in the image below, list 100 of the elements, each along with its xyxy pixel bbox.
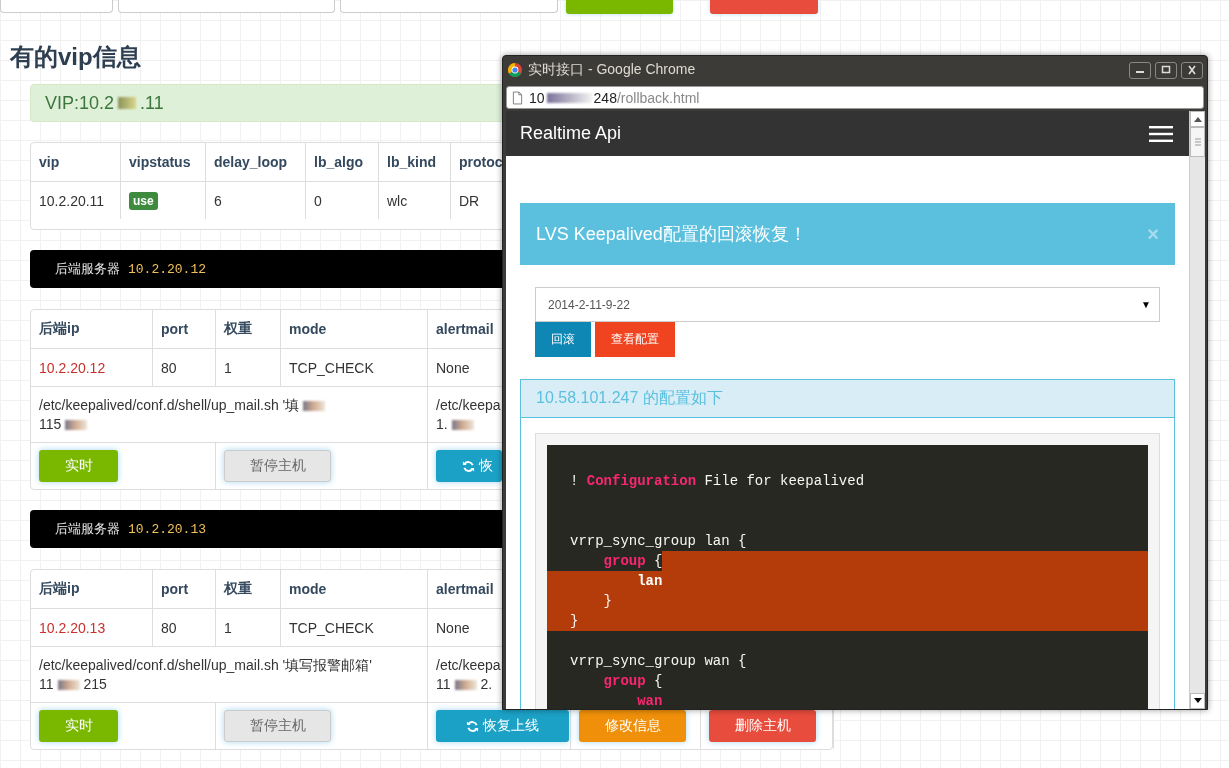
column-header: protoc xyxy=(459,154,504,170)
scroll-down-icon[interactable] xyxy=(1193,698,1202,704)
command-text: 1. xyxy=(436,415,448,432)
vip-label: .11 xyxy=(140,92,164,114)
table-cell-text: 80 xyxy=(161,619,178,636)
command-text: 215 xyxy=(83,675,107,692)
table-cell-text: None xyxy=(436,359,471,376)
column-header: mode xyxy=(289,321,328,337)
backup-select[interactable]: 2014-2-11-9-22 ▼ xyxy=(535,287,1160,322)
code-line: } xyxy=(570,612,579,631)
select-field[interactable] xyxy=(0,0,113,13)
column-header: mode xyxy=(289,581,328,597)
live-button[interactable]: 实时 xyxy=(39,710,118,742)
table-cell-text: TCP_CHECK xyxy=(289,359,375,376)
column-header: 后端ip xyxy=(39,580,81,598)
grip-icon xyxy=(1194,138,1201,146)
url-host: 10 xyxy=(529,89,545,106)
table-cell-text: None xyxy=(436,619,471,636)
table-cell-text: 0 xyxy=(314,192,323,209)
redaction-block xyxy=(57,679,80,690)
column-header: delay_loop xyxy=(214,154,289,170)
server-ip: 10.2.20.12 xyxy=(128,261,206,277)
maximize-button[interactable] xyxy=(1155,61,1177,79)
redaction-block xyxy=(303,400,326,411)
column-header: lb_algo xyxy=(314,154,364,170)
code-line: group { xyxy=(602,552,663,571)
code-line: wan xyxy=(636,692,663,709)
table-cell-text: 10.2.20.11 xyxy=(39,192,106,209)
close-button[interactable] xyxy=(1181,61,1203,79)
column-header: port xyxy=(161,581,190,597)
live-button[interactable]: 实时 xyxy=(39,450,118,482)
table-cell-text: 1 xyxy=(224,619,233,636)
code-line: ! Configuration File for keepalived xyxy=(570,472,865,491)
code-line: vrrp_sync_group lan { xyxy=(570,532,747,551)
select-field[interactable] xyxy=(118,0,335,13)
table-cell-text: 6 xyxy=(214,192,223,209)
refresh-icon xyxy=(466,719,479,733)
brand-title[interactable]: Realtime Api xyxy=(520,123,622,144)
url-path: /rollback.html xyxy=(616,89,700,106)
maximize-icon xyxy=(1160,65,1172,75)
code-line: vrrp_sync_group wan { xyxy=(570,652,747,671)
restore-button[interactable]: 恢复上线 xyxy=(436,710,569,742)
pause-button[interactable]: 暂停主机 xyxy=(224,710,331,742)
table-cell-text: DR xyxy=(459,192,481,209)
view-config-button[interactable]: 查看配置 xyxy=(595,322,675,357)
redaction-block xyxy=(454,679,477,690)
column-header: lb_kind xyxy=(387,154,437,170)
url-host: 248 xyxy=(593,89,617,106)
status-badge: use xyxy=(129,191,158,210)
rollback-button[interactable]: 回滚 xyxy=(535,322,591,357)
menu-icon[interactable] xyxy=(1149,125,1173,142)
command-text: 115 xyxy=(39,415,62,432)
scroll-up-icon[interactable] xyxy=(1193,116,1202,122)
command-text: 11 xyxy=(39,675,54,692)
edit-button[interactable]: 修改信息 xyxy=(579,710,686,742)
alert-text: LVS Keepalived配置的回滚恢复！ xyxy=(536,223,807,246)
column-header: vip xyxy=(39,154,61,170)
redaction-block xyxy=(451,419,474,430)
select-field[interactable] xyxy=(340,0,558,13)
redaction-block xyxy=(65,419,88,430)
server-label: 后端服务器 xyxy=(55,260,120,278)
ip-link[interactable]: 10.2.20.13 xyxy=(39,619,144,636)
minimize-button[interactable] xyxy=(1129,61,1151,79)
close-icon xyxy=(1186,65,1198,75)
table-cell-text: 1 xyxy=(224,359,233,376)
restore-button[interactable]: 恢 xyxy=(436,450,502,482)
ip-link[interactable]: 10.2.20.12 xyxy=(39,359,144,376)
code-line: group { xyxy=(602,672,663,691)
scrollbar[interactable] xyxy=(1189,111,1205,709)
table-cell-text: wlc xyxy=(387,192,409,209)
page-icon xyxy=(512,90,523,105)
server-label: 后端服务器 xyxy=(55,520,120,538)
command-text: /etc/keepalived/conf.d/shell/up_mail.sh '填写报警邮箱' xyxy=(39,656,372,673)
command-text: /etc/keepa xyxy=(436,396,501,413)
panel-title: 10.58.101.247 的配置如下 xyxy=(536,388,723,408)
redaction-block xyxy=(546,92,592,103)
column-header: alertmail xyxy=(436,581,495,597)
page-heading: 有的vip信息 xyxy=(10,42,141,72)
server-ip: 10.2.20.13 xyxy=(128,521,206,537)
window-title: 实时接口 - Google Chrome xyxy=(528,61,697,79)
column-header: alertmail xyxy=(436,321,495,337)
table-cell-text: TCP_CHECK xyxy=(289,619,375,636)
refresh-icon xyxy=(462,459,475,473)
column-header: 权重 xyxy=(224,320,253,338)
table-cell-text: 80 xyxy=(161,359,178,376)
column-header: 后端ip xyxy=(39,320,81,338)
code-line: } xyxy=(602,592,612,611)
command-text: 11 xyxy=(436,675,451,692)
address-bar[interactable]: 10 248/rollback.html xyxy=(506,86,1204,109)
pause-button[interactable]: 暂停主机 xyxy=(224,450,331,482)
code-line: lan xyxy=(636,572,663,591)
redaction-block xyxy=(118,97,137,109)
delete-button[interactable]: 删除主机 xyxy=(709,710,816,742)
command-text: 2. xyxy=(480,675,493,692)
command-text: /etc/keepalived/conf.d/shell/up_mail.sh '填 xyxy=(39,396,300,413)
column-header: vipstatus xyxy=(129,154,192,170)
browser-logo-icon xyxy=(507,62,523,78)
command-text: /etc/keepa xyxy=(436,656,501,673)
column-header: port xyxy=(161,321,190,337)
vip-label: VIP:10.2 xyxy=(45,92,115,114)
